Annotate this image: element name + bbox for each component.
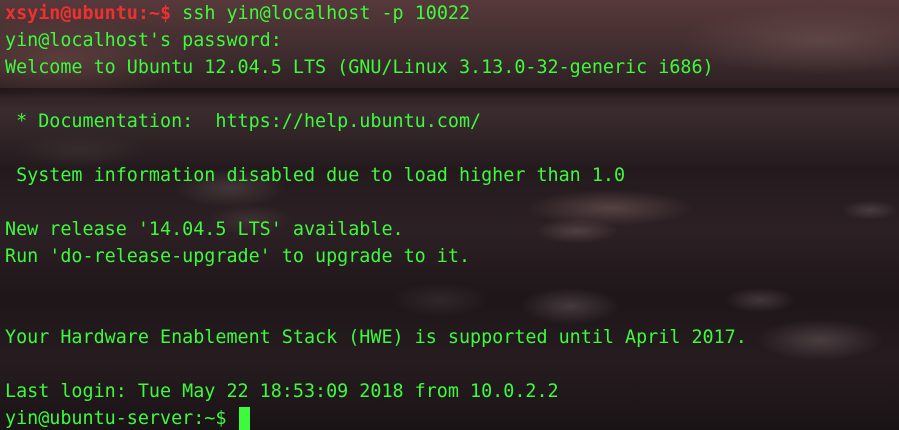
text-cursor[interactable]	[238, 406, 250, 430]
local-cwd: ~	[148, 3, 161, 24]
welcome-banner-line: Welcome to Ubuntu 12.04.5 LTS (GNU/Linux…	[5, 57, 714, 78]
local-prompt-separator: :	[137, 3, 149, 24]
terminal-window[interactable]: xsyin@ubuntu:~$ ssh yin@localhost -p 100…	[0, 0, 899, 430]
new-release-line: New release '14.04.5 LTS' available.	[5, 219, 404, 240]
documentation-line: * Documentation: https://help.ubuntu.com…	[5, 111, 482, 132]
upgrade-hint-line: Run 'do-release-upgrade' to upgrade to i…	[5, 246, 471, 267]
last-login-line: Last login: Tue May 22 18:53:09 2018 fro…	[5, 381, 559, 402]
remote-prompt: yin@ubuntu-server:~$	[5, 408, 238, 429]
local-command-line: xsyin@ubuntu:~$ ssh yin@localhost -p 100…	[5, 0, 470, 27]
ssh-command: ssh yin@localhost -p 10022	[171, 3, 471, 24]
local-prompt-dollar: $	[160, 3, 172, 24]
local-user-host: xsyin@ubuntu	[5, 3, 138, 24]
password-prompt-line: yin@localhost's password:	[5, 30, 282, 51]
system-info-line: System information disabled due to load …	[5, 165, 626, 186]
hwe-support-line: Your Hardware Enablement Stack (HWE) is …	[5, 327, 747, 348]
background-horizon	[0, 88, 899, 100]
remote-prompt-line[interactable]: yin@ubuntu-server:~$	[5, 405, 250, 430]
